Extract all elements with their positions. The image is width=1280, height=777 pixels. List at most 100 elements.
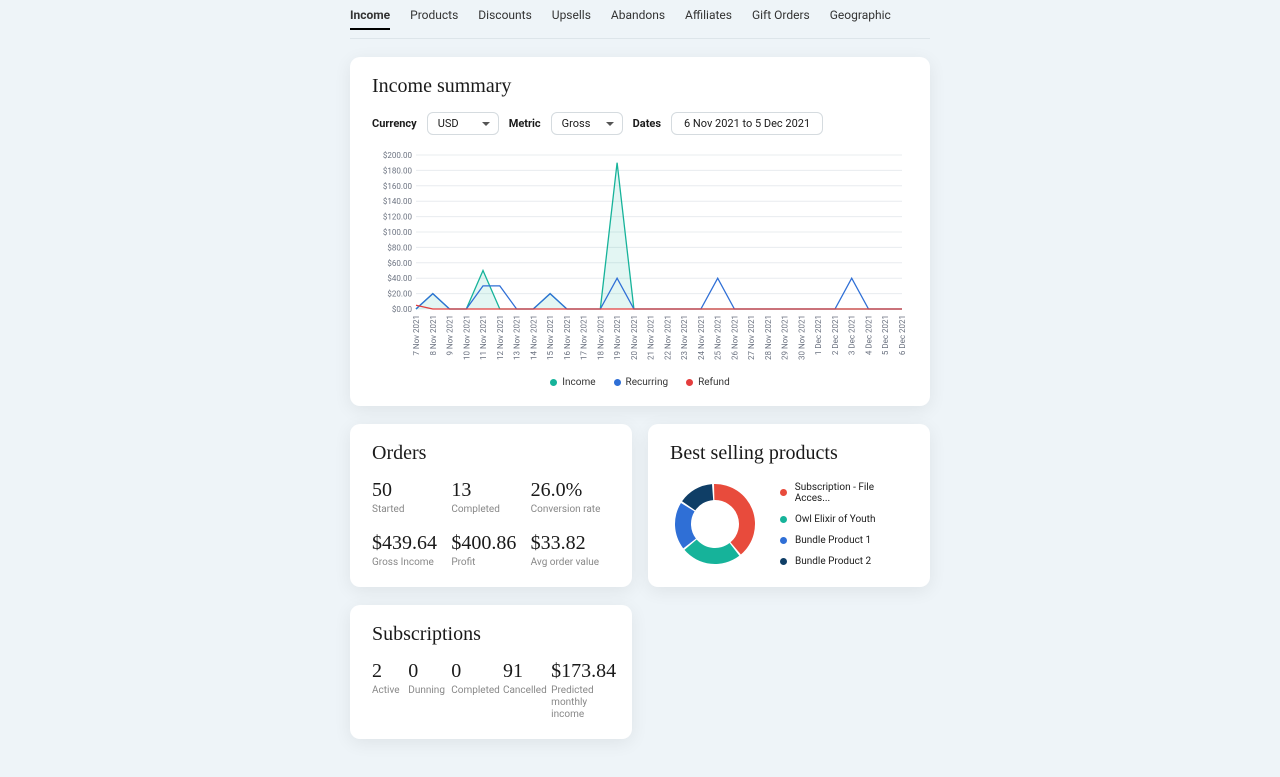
orders-avg: $33.82 Avg order value (531, 532, 610, 569)
dates-select[interactable]: 6 Nov 2021 to 5 Dec 2021 (671, 112, 823, 135)
subs-completed-label: Completed (451, 685, 487, 697)
currency-select[interactable]: USD (427, 112, 499, 135)
orders-gross-value: $439.64 (372, 532, 451, 555)
tab-abandons[interactable]: Abandons (611, 8, 665, 30)
best-selling-legend: Subscription - File Acces... Owl Elixir o… (780, 482, 908, 567)
svg-text:$80.00: $80.00 (387, 243, 412, 252)
svg-text:29 Nov 2021: 29 Nov 2021 (781, 315, 790, 360)
svg-text:14 Nov 2021: 14 Nov 2021 (529, 315, 538, 360)
svg-text:4 Dec 2021: 4 Dec 2021 (865, 315, 874, 355)
orders-profit-label: Profit (451, 557, 530, 569)
dates-label: Dates (633, 117, 661, 130)
legend-refund-dot (686, 379, 693, 386)
best-selling-donut (670, 479, 760, 569)
orders-completed-value: 13 (451, 479, 530, 502)
svg-text:27 Nov 2021: 27 Nov 2021 (747, 315, 756, 360)
orders-gross: $439.64 Gross Income (372, 532, 451, 569)
orders-avg-label: Avg order value (531, 557, 610, 569)
tab-affiliates[interactable]: Affiliates (685, 8, 732, 30)
svg-text:$40.00: $40.00 (387, 274, 412, 283)
tab-products[interactable]: Products (410, 8, 458, 30)
subs-active: 2 Active (372, 660, 392, 721)
svg-text:16 Nov 2021: 16 Nov 2021 (563, 315, 572, 360)
svg-text:$60.00: $60.00 (387, 259, 412, 268)
subs-completed-value: 0 (451, 660, 487, 683)
legend-dot-icon (780, 558, 787, 565)
subs-cancelled-value: 91 (503, 660, 535, 683)
svg-text:8 Nov 2021: 8 Nov 2021 (429, 315, 438, 356)
svg-text:19 Nov 2021: 19 Nov 2021 (613, 315, 622, 360)
currency-label: Currency (372, 117, 417, 130)
currency-value: USD (438, 117, 459, 130)
subs-dunning-label: Dunning (408, 685, 435, 697)
orders-completed: 13 Completed (451, 479, 530, 516)
tab-discounts[interactable]: Discounts (478, 8, 531, 30)
svg-text:20 Nov 2021: 20 Nov 2021 (630, 315, 639, 360)
subs-active-label: Active (372, 685, 392, 697)
subscriptions-card: Subscriptions 2 Active 0 Dunning 0 Compl… (350, 605, 632, 739)
tab-upsells[interactable]: Upsells (552, 8, 591, 30)
svg-text:17 Nov 2021: 17 Nov 2021 (580, 315, 589, 360)
svg-text:$20.00: $20.00 (387, 290, 412, 299)
svg-text:5 Dec 2021: 5 Dec 2021 (881, 315, 890, 355)
svg-text:$160.00: $160.00 (383, 182, 413, 191)
income-filters: Currency USD Metric Gross Dates 6 Nov 20… (372, 112, 908, 135)
metric-select[interactable]: Gross (551, 112, 623, 135)
subs-dunning-value: 0 (408, 660, 435, 683)
tab-income[interactable]: Income (350, 8, 390, 30)
svg-text:18 Nov 2021: 18 Nov 2021 (596, 315, 605, 360)
legend-income-dot (550, 379, 557, 386)
subs-cancelled-label: Cancelled (503, 685, 535, 697)
report-tabs: Income Products Discounts Upsells Abandons Af… (350, 6, 930, 39)
legend-income: Income (550, 377, 595, 388)
legend-item-label: Bundle Product 2 (795, 556, 871, 567)
svg-text:25 Nov 2021: 25 Nov 2021 (714, 315, 723, 360)
best-selling-legend-item: Owl Elixir of Youth (780, 514, 908, 525)
subs-predicted-value: $173.84 (551, 660, 610, 683)
legend-item-label: Owl Elixir of Youth (795, 514, 875, 525)
svg-text:24 Nov 2021: 24 Nov 2021 (697, 315, 706, 360)
svg-text:7 Nov 2021: 7 Nov 2021 (412, 315, 421, 356)
orders-started: 50 Started (372, 479, 451, 516)
best-selling-title: Best selling products (670, 442, 908, 465)
svg-text:23 Nov 2021: 23 Nov 2021 (680, 315, 689, 360)
svg-text:11 Nov 2021: 11 Nov 2021 (479, 315, 488, 360)
legend-recurring-dot (614, 379, 621, 386)
best-selling-legend-item: Subscription - File Acces... (780, 482, 908, 504)
svg-text:3 Dec 2021: 3 Dec 2021 (848, 315, 857, 355)
svg-text:$200.00: $200.00 (383, 151, 413, 160)
orders-conversion-label: Conversion rate (531, 504, 610, 516)
orders-profit: $400.86 Profit (451, 532, 530, 569)
legend-item-label: Subscription - File Acces... (795, 482, 908, 504)
svg-text:1 Dec 2021: 1 Dec 2021 (814, 315, 823, 355)
legend-item-label: Bundle Product 1 (795, 535, 871, 546)
best-selling-card: Best selling products Subscription - Fil… (648, 424, 930, 587)
subs-predicted: $173.84 Predicted monthly income (551, 660, 610, 721)
orders-completed-label: Completed (451, 504, 530, 516)
orders-title: Orders (372, 442, 610, 465)
legend-income-label: Income (562, 377, 595, 388)
subs-active-value: 2 (372, 660, 392, 683)
svg-text:10 Nov 2021: 10 Nov 2021 (462, 315, 471, 360)
svg-text:6 Dec 2021: 6 Dec 2021 (898, 315, 907, 355)
svg-text:$120.00: $120.00 (383, 213, 413, 222)
best-selling-legend-item: Bundle Product 2 (780, 556, 908, 567)
orders-conversion-value: 26.0% (531, 479, 610, 502)
income-summary-title: Income summary (372, 75, 908, 98)
legend-refund: Refund (686, 377, 730, 388)
orders-started-value: 50 (372, 479, 451, 502)
legend-dot-icon (780, 516, 787, 523)
chart-legend: Income Recurring Refund (372, 377, 908, 388)
legend-dot-icon (780, 537, 787, 544)
income-chart: $0.00$20.00$40.00$60.00$80.00$100.00$120… (372, 149, 908, 369)
svg-text:$140.00: $140.00 (383, 197, 413, 206)
orders-started-label: Started (372, 504, 451, 516)
svg-text:26 Nov 2021: 26 Nov 2021 (730, 315, 739, 360)
tab-gift-orders[interactable]: Gift Orders (752, 8, 810, 30)
tab-geographic[interactable]: Geographic (830, 8, 891, 30)
best-selling-legend-item: Bundle Product 1 (780, 535, 908, 546)
svg-text:2 Dec 2021: 2 Dec 2021 (831, 315, 840, 355)
svg-text:30 Nov 2021: 30 Nov 2021 (797, 315, 806, 360)
svg-text:22 Nov 2021: 22 Nov 2021 (663, 315, 672, 360)
dates-value: 6 Nov 2021 to 5 Dec 2021 (684, 117, 810, 130)
